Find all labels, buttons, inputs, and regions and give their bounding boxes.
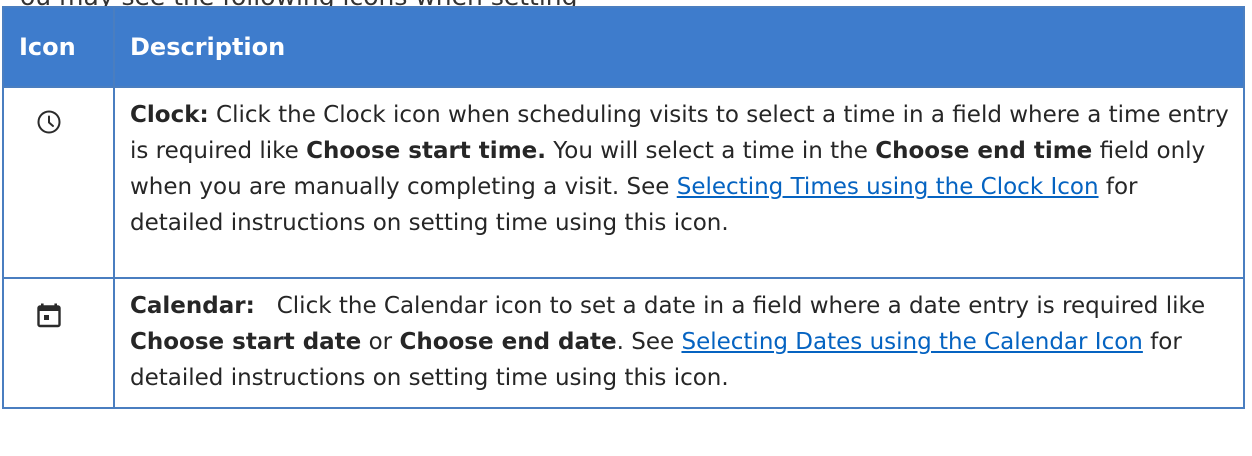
selecting-dates-link[interactable]: Selecting Dates using the Calendar Icon [681, 329, 1142, 355]
clock-icon [36, 109, 62, 135]
row-label: Clock: [130, 102, 209, 128]
header-description: Description [113, 6, 1245, 88]
bold-term: Choose end date [399, 329, 617, 355]
table-header-row: Icon Description [2, 6, 1245, 88]
description-text: . See [616, 329, 682, 355]
icon-cell [2, 277, 115, 409]
table-row-clock: Clock: Click the Clock icon when schedul… [2, 86, 1245, 279]
bold-term: Choose start date [130, 329, 362, 355]
icon-cell [2, 86, 115, 279]
description-cell: Clock: Click the Clock icon when schedul… [113, 86, 1245, 279]
description-text: or [361, 329, 400, 355]
description-text: You will select a time in the [546, 138, 876, 164]
header-icon: Icon [2, 6, 115, 88]
icon-description-table: Icon Description Clock: Click the Clock … [2, 6, 1245, 409]
document-page: ou may see the following icons when sett… [0, 0, 1252, 456]
description-cell: Calendar: Click the Calendar icon to set… [113, 277, 1245, 409]
calendar-icon [36, 302, 62, 328]
bold-term: Choose end time [875, 138, 1093, 164]
table-row-calendar: Calendar: Click the Calendar icon to set… [2, 277, 1245, 409]
bold-term: Choose start time. [306, 138, 546, 164]
description-text: Click the Calendar icon to set a date in… [254, 293, 1213, 319]
row-label: Calendar: [130, 293, 255, 319]
selecting-times-link[interactable]: Selecting Times using the Clock Icon [677, 174, 1099, 200]
